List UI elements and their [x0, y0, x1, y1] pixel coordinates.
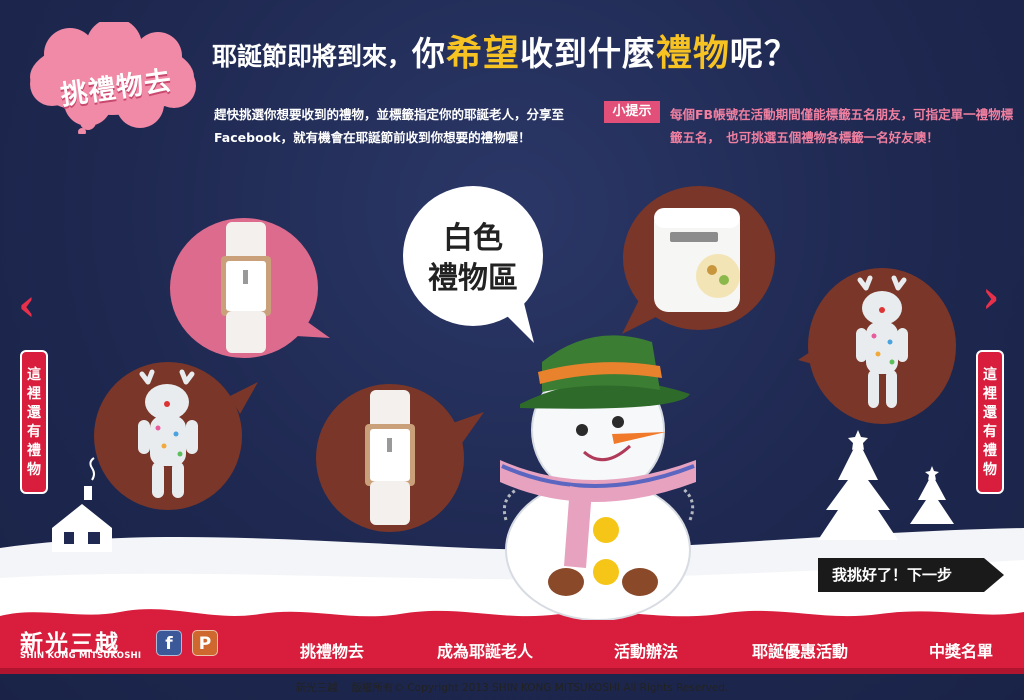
talk-line-1: 白色 [443, 221, 503, 256]
white-gift-zone-label: 白色 禮物區 [402, 219, 544, 299]
more-gifts-right-tag[interactable]: 這 裡 還 有 禮 物 [976, 350, 1004, 494]
reindeer-plush-icon [856, 275, 908, 408]
more-gifts-left-tag[interactable]: 這 裡 還 有 禮 物 [20, 350, 48, 494]
gift-bubble-watch-brown[interactable] [316, 384, 484, 532]
gift-bubble-reindeer-right[interactable] [798, 268, 956, 424]
nav-become-santa[interactable]: 成為耶誕老人 [437, 638, 533, 662]
tag-char: 物 [27, 462, 41, 478]
talk-line-2: 禮物區 [428, 261, 518, 296]
snowman-speech-bubble: 白色 禮物區 [402, 185, 544, 343]
tag-char: 裡 [27, 386, 41, 402]
tag-char: 有 [983, 424, 997, 440]
tag-char: 物 [983, 462, 997, 478]
nav-promotions[interactable]: 耶誕優惠活動 [752, 638, 848, 662]
watch-icon [221, 222, 271, 353]
reindeer-plush-icon [138, 369, 198, 498]
watch-icon [365, 390, 415, 525]
tag-char: 有 [27, 424, 41, 440]
next-step-label: 我挑好了！下一步 [832, 566, 953, 584]
tag-char: 裡 [983, 386, 997, 402]
next-arrow-icon[interactable]: › [982, 276, 1000, 320]
prev-arrow-icon[interactable]: ‹ [18, 284, 36, 328]
campaign-stage: 挑禮物去 耶誕節即將到來，你希望收到什麼禮物呢？ 趕快挑選你想要收到的禮物，並標… [0, 0, 1024, 700]
tag-char: 禮 [983, 443, 997, 459]
copyright-text: 新光三越 版權所有© Copyright 2013 SHIN KONG MITS… [295, 682, 729, 694]
tag-char: 禮 [27, 443, 41, 459]
nav-winners[interactable]: 中獎名單 [929, 638, 993, 662]
nav-pick-gift[interactable]: 挑禮物去 [300, 638, 364, 662]
plurk-icon[interactable]: P [192, 630, 218, 656]
tag-char: 還 [27, 405, 41, 421]
facebook-icon[interactable]: f [156, 630, 182, 656]
gift-bubble-watch-pink[interactable] [170, 218, 330, 358]
tag-char: 這 [983, 367, 997, 383]
next-step-button[interactable]: 我挑好了！下一步 [818, 558, 1006, 592]
tag-char: 這 [27, 367, 41, 383]
brand-logo-en: SHIN KONG MITSUKOSHI [20, 651, 142, 661]
snowman-illustration [500, 335, 696, 620]
nav-rules[interactable]: 活動辦法 [614, 638, 678, 662]
gift-bubble-reindeer-left[interactable] [94, 362, 258, 510]
tag-char: 還 [983, 405, 997, 421]
christmas-tree-icon [818, 430, 954, 540]
